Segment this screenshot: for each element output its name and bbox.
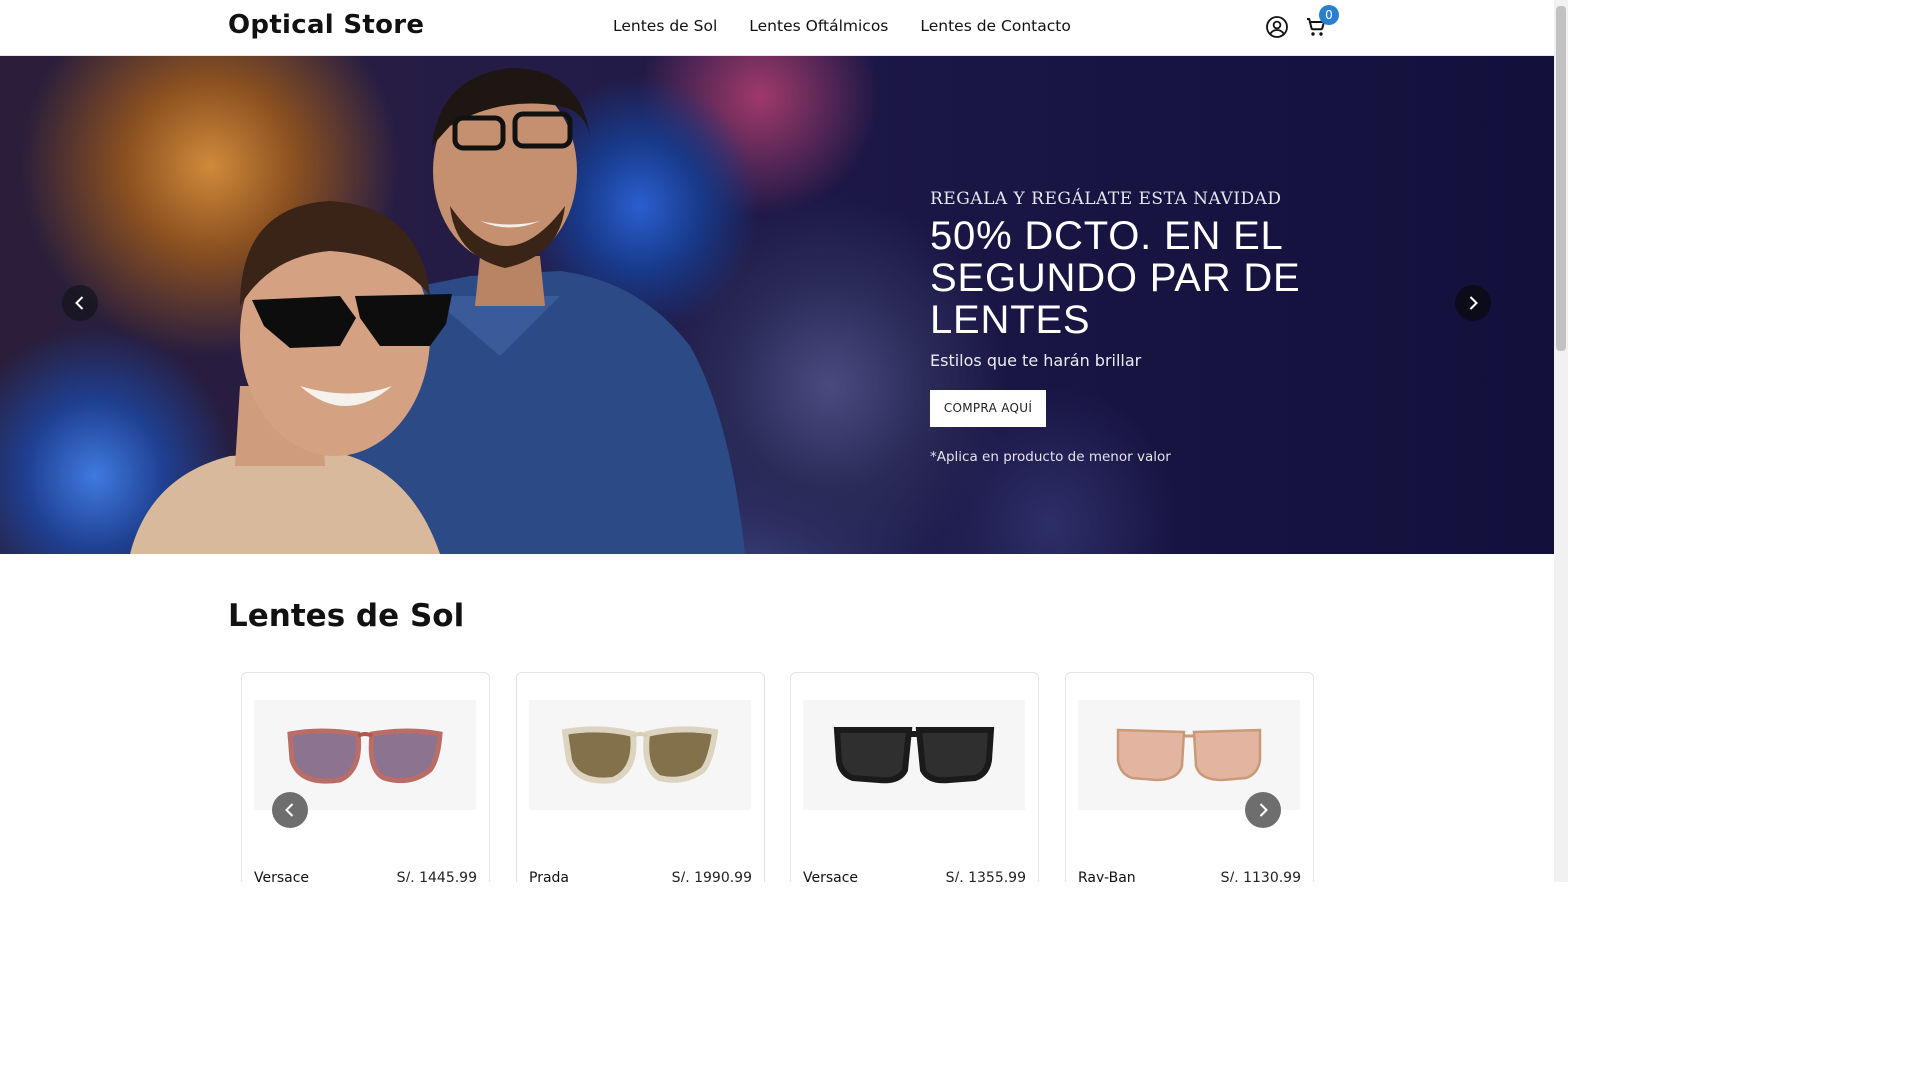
product-brand: Versace	[803, 870, 859, 882]
carousel-prev-button[interactable]	[272, 792, 308, 828]
product-card[interactable]: Ray-Ban S/. 1130.99	[1065, 672, 1314, 882]
product-card[interactable]: Versace S/. 1445.99	[241, 672, 490, 882]
site-header: Optical Store Lentes de Sol Lentes Oftál…	[0, 0, 1554, 56]
product-image[interactable]	[529, 700, 751, 810]
cart-count-badge: 0	[1319, 5, 1339, 25]
product-card[interactable]: Versace S/. 1355.99	[790, 672, 1039, 882]
product-price: S/. 1990.99	[671, 870, 752, 882]
scrollbar-thumb[interactable]	[1556, 6, 1566, 351]
round-sunglasses-image	[287, 728, 443, 784]
product-price: S/. 1445.99	[396, 870, 477, 882]
product-image[interactable]	[803, 700, 1025, 810]
chevron-left-icon	[75, 296, 84, 310]
square-sunglasses-image	[833, 727, 995, 784]
product-carousel: Versace S/. 1445.99 Prada S/. 1990.99 Ve…	[241, 672, 1316, 882]
hero-subtitle: Estilos que te harán brillar	[930, 351, 1142, 370]
product-card[interactable]: Prada S/. 1990.99	[516, 672, 765, 882]
main-nav: Lentes de Sol Lentes Oftálmicos Lentes d…	[613, 17, 1071, 35]
hero-prev-button[interactable]	[62, 285, 98, 321]
hero-text-block: REGALA Y REGÁLATE ESTA NAVIDAD 50% DCTO.…	[930, 189, 1430, 465]
product-brand: Ray-Ban	[1078, 870, 1136, 882]
product-brand: Versace	[254, 870, 310, 882]
chevron-right-icon	[1259, 803, 1268, 817]
cat-eye-sunglasses-image	[561, 726, 719, 784]
hero-headline: 50% DCTO. EN EL SEGUNDO PAR DE LENTES	[930, 214, 1301, 342]
nav-item-lentes-oftalmicos[interactable]: Lentes Oftálmicos	[749, 17, 888, 35]
section-title: Lentes de Sol	[228, 598, 465, 634]
hero-eyebrow: REGALA Y REGÁLATE ESTA NAVIDAD	[930, 189, 1282, 209]
product-price: S/. 1130.99	[1220, 870, 1301, 882]
nav-item-lentes-de-sol[interactable]: Lentes de Sol	[613, 17, 717, 35]
user-circle-icon[interactable]	[1265, 15, 1289, 39]
product-brand: Prada	[529, 870, 569, 882]
metal-square-sunglasses-image	[1116, 728, 1262, 782]
brand-logo[interactable]: Optical Store	[228, 10, 424, 40]
hero-next-button[interactable]	[1455, 285, 1491, 321]
nav-item-lentes-de-contacto[interactable]: Lentes de Contacto	[920, 17, 1070, 35]
shop-now-button[interactable]: COMPRA AQUÍ	[930, 390, 1046, 427]
page: Optical Store Lentes de Sol Lentes Oftál…	[0, 0, 1568, 882]
chevron-right-icon	[1469, 296, 1478, 310]
product-price: S/. 1355.99	[945, 870, 1026, 882]
chevron-left-icon	[285, 803, 294, 817]
vertical-scrollbar[interactable]	[1554, 0, 1568, 882]
carousel-next-button[interactable]	[1245, 792, 1281, 828]
hero-banner: REGALA Y REGÁLATE ESTA NAVIDAD 50% DCTO.…	[0, 56, 1554, 554]
hero-disclaimer: *Aplica en producto de menor valor	[930, 449, 1171, 465]
